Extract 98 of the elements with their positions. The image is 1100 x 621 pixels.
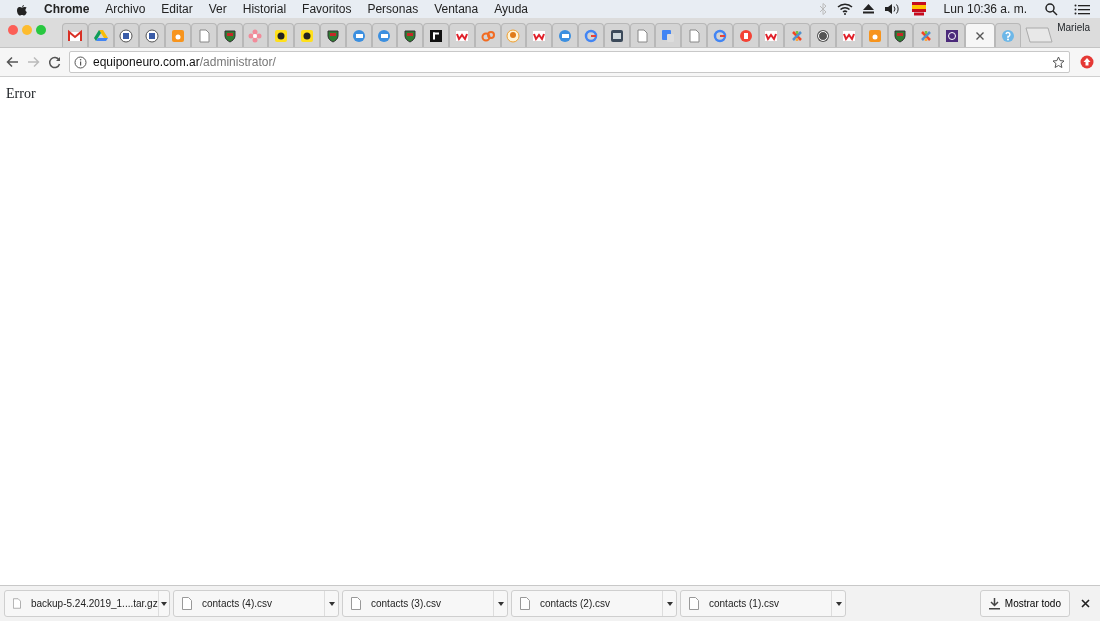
page-icon xyxy=(196,28,211,43)
crest-icon xyxy=(893,28,908,43)
caret-icon xyxy=(328,601,335,606)
reload-icon[interactable] xyxy=(48,55,61,69)
url-text: equiponeuro.com.ar/administrator/ xyxy=(93,54,276,71)
caret-icon xyxy=(497,601,504,606)
letter-tile-icon xyxy=(429,28,444,43)
clock-text[interactable]: Lun 10:36 a. m. xyxy=(943,0,1027,18)
file-name: contacts (1).csv xyxy=(708,597,781,611)
ring-icon xyxy=(712,28,727,43)
translate-icon xyxy=(661,28,676,43)
circle-icon xyxy=(816,28,830,43)
dot-tile-icon xyxy=(171,28,186,43)
pinwheel-icon xyxy=(790,28,805,43)
dropdown-caret[interactable] xyxy=(157,591,169,616)
show-all-button[interactable]: Mostrar todo xyxy=(979,590,1070,617)
file-icon xyxy=(351,597,361,610)
star-icon[interactable] xyxy=(1052,55,1065,69)
zigzag-icon xyxy=(532,28,547,43)
close-icon[interactable] xyxy=(1081,599,1090,608)
flower-icon xyxy=(248,28,263,43)
extension-icon[interactable] xyxy=(1080,55,1094,69)
search-icon[interactable] xyxy=(1045,2,1058,16)
crest-icon xyxy=(403,28,418,43)
monkey-icon xyxy=(300,28,315,43)
volume-icon[interactable] xyxy=(883,3,902,15)
dropdown-caret[interactable] xyxy=(831,591,845,616)
dropdown-caret[interactable] xyxy=(493,591,507,616)
envelope-icon xyxy=(351,28,366,43)
file-name: contacts (2).csv xyxy=(539,597,612,611)
file-name: contacts (4).csv xyxy=(201,597,274,611)
help-icon xyxy=(1000,28,1015,43)
download-item[interactable]: contacts (2).csv xyxy=(511,590,677,617)
browser-tab[interactable] xyxy=(268,23,295,47)
loops-icon xyxy=(480,28,495,43)
zigzag-icon xyxy=(764,28,779,43)
back-icon[interactable] xyxy=(6,56,19,68)
browser-tab[interactable] xyxy=(294,23,320,47)
download-item[interactable]: contacts (1).csv xyxy=(680,590,846,617)
error-text: Error xyxy=(6,85,37,103)
picture-icon xyxy=(609,28,624,43)
file-name: backup-5.24.2019_1....tar.gz xyxy=(29,597,158,611)
download-item[interactable]: contacts (4).csv xyxy=(173,590,339,617)
caret-icon xyxy=(160,601,167,606)
ring-icon xyxy=(583,28,598,43)
download-item[interactable]: backup-5.24.2019_1....tar.gz xyxy=(4,590,170,617)
seal-icon xyxy=(119,28,134,43)
file-icon xyxy=(182,597,192,610)
browser-tab[interactable] xyxy=(603,23,630,47)
zigzag-icon xyxy=(454,28,469,43)
file-name: contacts (3).csv xyxy=(370,597,443,611)
menu-item[interactable]: Ventana xyxy=(434,0,479,18)
menu-item[interactable]: Favoritos xyxy=(302,0,352,18)
monkey-icon xyxy=(274,28,289,43)
download-icon xyxy=(988,597,1000,610)
caret-icon xyxy=(666,601,673,606)
download-item[interactable]: contacts (3).csv xyxy=(342,590,508,617)
crest-icon xyxy=(325,28,340,43)
menu-item[interactable]: Editar xyxy=(161,0,193,18)
menu-item[interactable]: Ver xyxy=(208,0,227,18)
round-badge-icon xyxy=(738,28,753,43)
profile-name[interactable]: Mariela xyxy=(1057,20,1090,35)
wifi-icon[interactable] xyxy=(836,3,853,15)
page-icon xyxy=(687,28,701,43)
browser-tab[interactable] xyxy=(113,23,140,47)
browser-tab[interactable] xyxy=(810,23,836,47)
file-icon xyxy=(520,597,530,610)
browser-tab[interactable] xyxy=(139,23,166,47)
triangle-icon xyxy=(93,28,108,43)
file-icon xyxy=(689,597,699,610)
menu-item[interactable]: Ayuda xyxy=(494,0,528,18)
seal-icon xyxy=(145,28,160,43)
page-icon xyxy=(635,28,650,43)
list-icon[interactable] xyxy=(1074,3,1090,15)
dropdown-caret[interactable] xyxy=(324,591,338,616)
envelope-icon xyxy=(377,28,392,43)
caret-icon xyxy=(835,601,842,606)
emoji-icon xyxy=(506,28,521,43)
eject-icon[interactable] xyxy=(862,4,874,14)
zigzag-icon xyxy=(841,28,856,43)
dot-tile-icon xyxy=(867,28,882,43)
file-icon xyxy=(13,597,21,610)
info-icon[interactable] xyxy=(74,55,87,69)
menu-item[interactable]: Personas xyxy=(367,0,419,18)
address-bar[interactable]: equiponeuro.com.ar/administrator/ xyxy=(69,51,1070,73)
apple-icon xyxy=(16,2,28,16)
app-name[interactable]: Chrome xyxy=(44,0,90,18)
envelope-icon xyxy=(558,28,573,43)
mail-icon xyxy=(67,28,82,43)
menu-item[interactable]: Historial xyxy=(242,0,287,18)
dropdown-caret[interactable] xyxy=(662,591,676,616)
browser-tab[interactable] xyxy=(939,23,965,47)
browser-tab[interactable] xyxy=(423,23,449,47)
flag-icon[interactable] xyxy=(911,2,926,16)
crest-icon xyxy=(222,28,237,43)
menu-item[interactable]: Archivo xyxy=(105,0,146,18)
pinwheel-icon xyxy=(919,28,934,43)
ring-tile-icon xyxy=(945,28,959,43)
